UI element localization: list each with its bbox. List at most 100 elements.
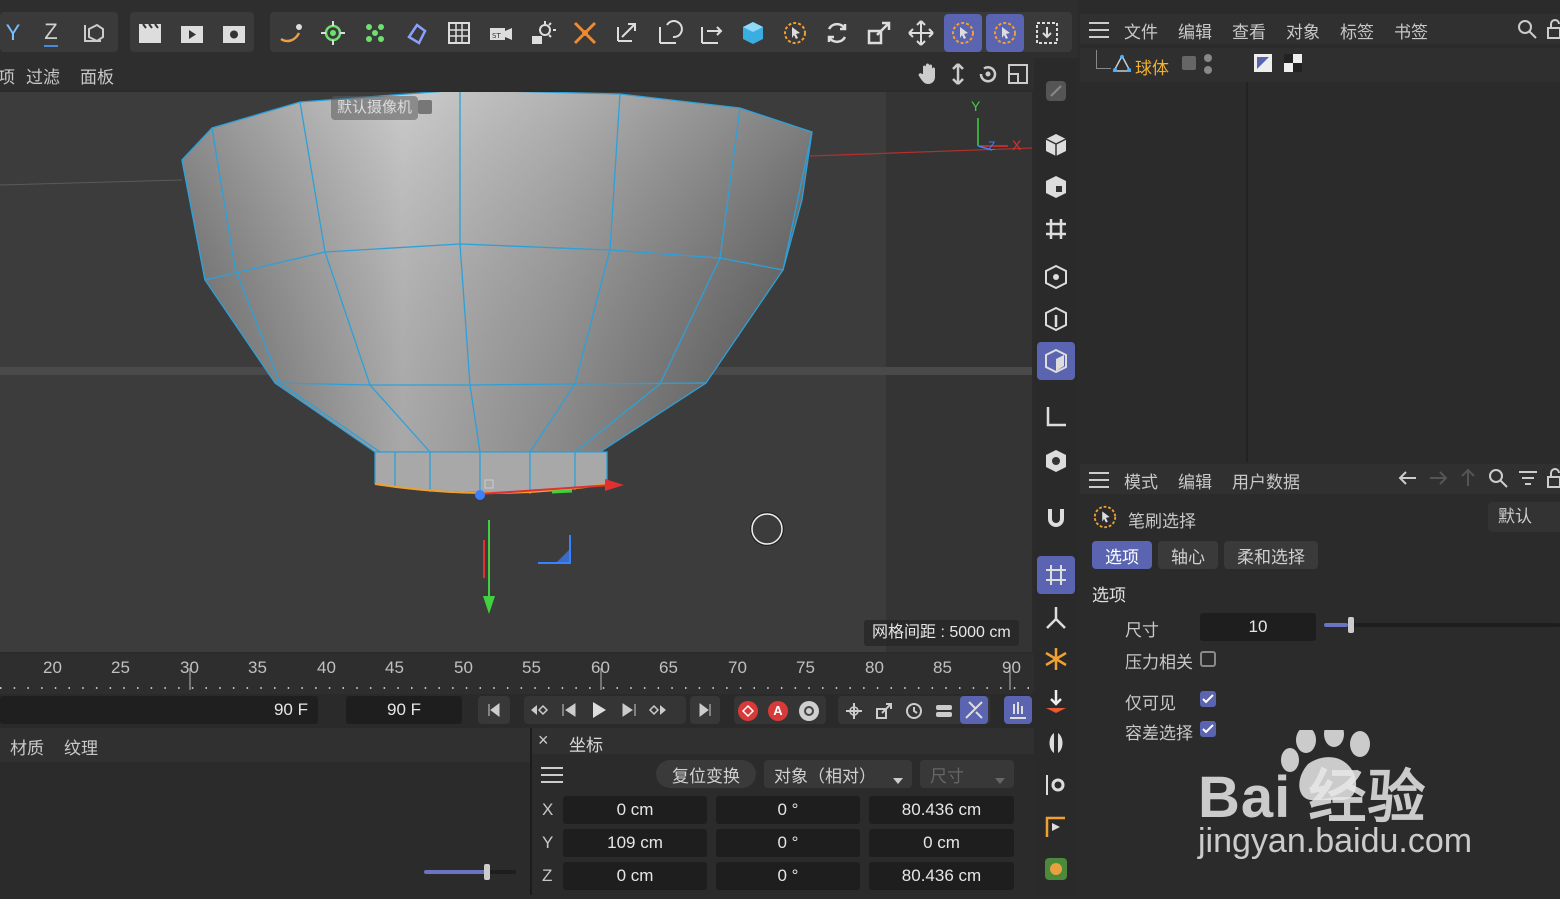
visible-only-checkbox[interactable] [1200, 691, 1216, 707]
light-icon[interactable] [524, 14, 562, 52]
viewport-menu-partial[interactable]: 项 [0, 63, 15, 88]
object-row[interactable]: 球体 [1080, 48, 1560, 82]
camera-icon[interactable]: ST [482, 14, 520, 52]
edges-mode-icon[interactable] [1037, 300, 1075, 338]
go-to-end-icon[interactable] [690, 696, 720, 724]
tab-pivot[interactable]: 轴心 [1158, 541, 1218, 569]
menu-bookmarks[interactable]: 书签 [1394, 18, 1428, 43]
position-x-field[interactable]: 0 cm [563, 796, 707, 824]
workplane-icon[interactable] [1037, 210, 1075, 248]
timeline-ruler[interactable]: 20 25 30 35 40 45 50 55 60 65 70 75 80 8… [0, 654, 1034, 694]
brush-selection-icon[interactable] [986, 14, 1024, 52]
rotation-b-field[interactable]: 0 ° [716, 862, 860, 890]
settings-gear-icon[interactable] [1037, 766, 1075, 804]
record-keys-icon[interactable] [738, 701, 758, 721]
position-z-field[interactable]: 0 cm [563, 862, 707, 890]
menu-attr-edit[interactable]: 编辑 [1178, 468, 1212, 493]
menu-mode[interactable]: 模式 [1124, 468, 1158, 493]
coordinate-system-icon[interactable] [74, 14, 112, 52]
preset-dropdown[interactable]: 默认 [1488, 502, 1560, 532]
render-visibility-dot[interactable] [1204, 66, 1212, 74]
corner-flag-icon[interactable] [1037, 808, 1075, 846]
axis-mode-icon[interactable] [1037, 398, 1075, 436]
hamburger-icon[interactable] [1088, 20, 1110, 44]
up-arrow-icon[interactable] [1456, 466, 1480, 494]
menu-user-data[interactable]: 用户数据 [1232, 468, 1300, 493]
menu-texture[interactable]: 纹理 [64, 734, 98, 759]
key-rotation-icon[interactable] [904, 701, 924, 725]
filter-icon[interactable] [1516, 466, 1540, 494]
render-view-icon[interactable] [131, 14, 169, 52]
prev-key-icon[interactable] [529, 701, 549, 723]
key-parameter-icon[interactable] [934, 701, 954, 725]
camera-lock-icon[interactable] [418, 100, 432, 114]
material-zoom-slider[interactable] [424, 864, 516, 880]
snowflake-icon[interactable] [1037, 640, 1075, 678]
polygons-mode-icon[interactable] [1037, 342, 1075, 380]
go-to-start-icon[interactable] [478, 696, 510, 724]
next-frame-icon[interactable] [620, 701, 638, 723]
camera-label[interactable]: 默认摄像机 [331, 96, 419, 120]
generator-icon[interactable] [314, 14, 352, 52]
keyframe-settings-icon[interactable] [799, 701, 819, 721]
key-position-icon[interactable] [844, 701, 864, 725]
model-mode-icon[interactable] [1037, 126, 1075, 164]
layer-icon[interactable] [1182, 56, 1196, 70]
texture-mode-icon[interactable] [1037, 168, 1075, 206]
menu-tags[interactable]: 标签 [1340, 18, 1374, 43]
menu-object[interactable]: 对象 [1286, 18, 1320, 43]
3d-viewport[interactable]: 默认摄像机 Y X Z 网格间距 : 5000 cm [0, 92, 1032, 652]
orbit-icon[interactable] [976, 62, 1000, 90]
coordinates-menu-icon[interactable] [540, 766, 564, 788]
menu-view[interactable]: 查看 [1232, 18, 1266, 43]
menu-material[interactable]: 材质 [10, 734, 44, 759]
deformer-icon[interactable] [398, 14, 436, 52]
points-mode-icon[interactable] [1037, 258, 1075, 296]
prev-frame-icon[interactable] [560, 701, 578, 723]
size-mode-dropdown[interactable]: 尺寸 [920, 760, 1014, 788]
null-object-icon[interactable] [566, 14, 604, 52]
drop-to-floor-icon[interactable] [1037, 682, 1075, 720]
cube-icon[interactable] [734, 14, 772, 52]
autokey-icon[interactable]: A [768, 701, 788, 721]
move-axis-icon[interactable] [692, 14, 730, 52]
scale-icon[interactable] [860, 14, 898, 52]
timeline-options-icon[interactable] [1004, 696, 1032, 724]
size-y-field[interactable]: 0 cm [869, 829, 1014, 857]
tab-options[interactable]: 选项 [1092, 541, 1152, 569]
editor-visibility-dot[interactable] [1204, 54, 1212, 62]
live-selection-active-icon[interactable] [944, 14, 982, 52]
key-scale-icon[interactable] [874, 701, 894, 725]
key-pla-icon[interactable] [960, 696, 988, 724]
render-settings-icon[interactable] [215, 14, 253, 52]
end-frame-field[interactable]: 90 F [346, 696, 462, 724]
snap-icon[interactable] [1037, 556, 1075, 594]
axis-y-button[interactable]: Y [0, 14, 32, 52]
play-icon[interactable] [590, 700, 608, 724]
size-field[interactable]: 10 [1200, 613, 1316, 641]
viewport-menu-panel[interactable]: 面板 [80, 63, 114, 88]
plugin-icon[interactable] [1037, 850, 1075, 888]
material-tag-icon[interactable] [1284, 54, 1302, 72]
forward-arrow-icon[interactable] [1426, 466, 1450, 494]
solo-view-icon[interactable] [1037, 442, 1075, 480]
maximize-viewport-icon[interactable] [1006, 62, 1030, 90]
pressure-checkbox[interactable] [1200, 651, 1216, 667]
position-y-field[interactable]: 109 cm [563, 829, 707, 857]
lock-icon[interactable] [1546, 18, 1560, 44]
size-x-field[interactable]: 80.436 cm [869, 796, 1014, 824]
attributes-hamburger-icon[interactable] [1088, 470, 1110, 494]
grid-field-icon[interactable] [440, 14, 478, 52]
coordinate-mode-dropdown[interactable]: 对象（相对） [764, 760, 912, 788]
move-icon[interactable] [902, 14, 940, 52]
spline-pen-icon[interactable] [272, 14, 310, 52]
close-icon[interactable]: × [538, 730, 549, 751]
rotation-p-field[interactable]: 0 ° [716, 829, 860, 857]
attributes-search-icon[interactable] [1486, 466, 1510, 494]
attributes-lock-icon[interactable] [1546, 466, 1560, 494]
live-selection-icon[interactable] [776, 14, 814, 52]
axis-z-button[interactable]: Z [32, 14, 70, 52]
render-picture-viewer-icon[interactable] [173, 14, 211, 52]
cloner-icon[interactable] [356, 14, 394, 52]
next-key-icon[interactable] [648, 701, 668, 723]
